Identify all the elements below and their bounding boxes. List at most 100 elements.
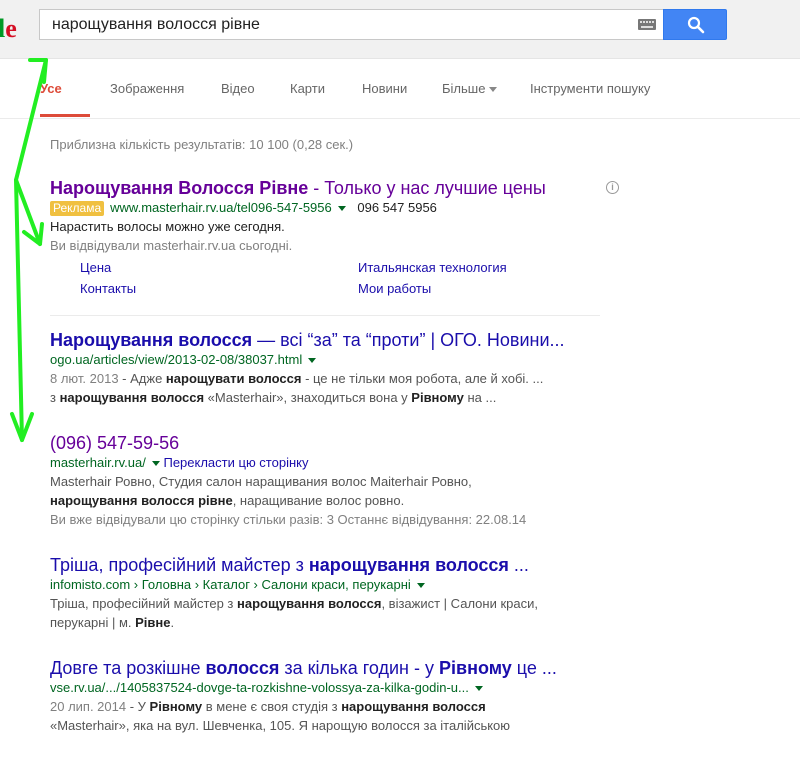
snippet-text: - Адже — [118, 371, 166, 386]
tab-search-tools[interactable]: Інструменти пошуку — [530, 81, 650, 96]
result-title-text: Тріша, професійний майстер з — [50, 555, 309, 575]
tab-all[interactable]: Усе — [40, 81, 62, 96]
search-tabs: Усе Зображення Відео Карти Новини Більше… — [0, 58, 800, 118]
google-logo-fragment[interactable]: le — [0, 14, 17, 44]
ad-url[interactable]: www.masterhair.rv.ua/tel096-547-5956 — [110, 200, 332, 215]
logo-letter-e: e — [5, 14, 17, 43]
ad-phone: 096 547 5956 — [357, 200, 437, 215]
sitelink-contacts[interactable]: Контакты — [80, 281, 136, 296]
ad-title-rest: - Только у нас лучшие цены — [308, 178, 546, 198]
snippet-bold: нарощування волосся — [236, 596, 382, 611]
tab-news[interactable]: Новини — [362, 81, 407, 96]
search-result: Нарощування волосся — всі “за” та “проти… — [50, 329, 610, 407]
result-title-rest: — всі “за” та “проти” | ОГО. Новини... — [252, 330, 565, 350]
result-title[interactable]: Довге та розкішне волосся за кілька годи… — [50, 657, 610, 679]
snippet-text: - У — [126, 699, 150, 714]
arrow-head-middle — [22, 222, 44, 246]
chevron-down-icon[interactable] — [474, 686, 483, 692]
tab-video[interactable]: Відео — [221, 81, 255, 96]
ad-title-bold: Нарощування Волосся Рівне — [50, 178, 309, 198]
snippet-bold: Рівному — [149, 699, 203, 714]
result-url-row: ogo.ua/articles/view/2013-02-08/38037.ht… — [50, 351, 610, 369]
result-snippet-line: з нарощування волосся «Masterhair», знах… — [50, 388, 610, 407]
snippet-text: , наращивание волос ровно. — [232, 493, 405, 508]
search-box — [39, 9, 663, 40]
snippet-bold: нарощування волосся — [59, 390, 205, 405]
translate-page-link[interactable]: Перекласти цю сторінку — [163, 455, 308, 470]
ad-visit-note: Ви відвідували masterhair.rv.ua сьогодні… — [50, 238, 293, 253]
ad-url-row: Реклама www.masterhair.rv.ua/tel096-547-5… — [50, 199, 610, 217]
tab-images[interactable]: Зображення — [110, 81, 184, 96]
result-snippet-line: перукарні | м. Рівне. — [50, 613, 610, 632]
chevron-down-icon[interactable] — [151, 461, 160, 467]
result-snippet-line: 8 лют. 2013 - Адже нарощувати волосся - … — [50, 369, 610, 388]
chevron-down-icon[interactable] — [337, 206, 346, 212]
result-title[interactable]: (096) 547-59-56 — [50, 432, 610, 454]
result-title[interactable]: Нарощування волосся — всі “за” та “проти… — [50, 329, 610, 351]
snippet-text: . — [170, 615, 175, 630]
search-input[interactable] — [52, 10, 622, 39]
sitelink-my-works[interactable]: Мои работы — [358, 281, 431, 296]
snippet-text: - це не тільки моя робота, але й хобі. .… — [301, 371, 544, 386]
result-url-row: masterhair.rv.ua/ Перекласти цю сторінку — [50, 454, 610, 472]
snippet-text: перукарні | м. — [50, 615, 136, 630]
sitelink-price[interactable]: Цена — [80, 260, 111, 275]
search-result: (096) 547-59-56 masterhair.rv.ua/ Перекл… — [50, 432, 610, 529]
snippet-bold: нарощування волосся — [341, 699, 486, 714]
chevron-down-icon[interactable] — [416, 583, 425, 589]
result-title-text: це ... — [511, 658, 557, 678]
result-title-text: ... — [508, 555, 529, 575]
ads-separator — [50, 315, 600, 316]
result-title-text: за кілька годин - у — [279, 658, 439, 678]
result-title-bold: Рівному — [439, 658, 512, 678]
ad-description: Нарастить волосы можно уже сегодня. — [50, 219, 285, 234]
result-title-bold: волосся — [205, 658, 280, 678]
result-url: infomisto.com › Головна › Каталог › Сало… — [50, 577, 411, 592]
result-url-row: infomisto.com › Головна › Каталог › Сало… — [50, 576, 610, 594]
result-snippet-line: «Masterhair», яка на вул. Шевченка, 105.… — [50, 718, 511, 733]
tab-more-label: Більше — [442, 81, 486, 96]
result-visit-note: Ви вже відвідували цю сторінку стільки р… — [50, 512, 527, 527]
tab-maps[interactable]: Карти — [290, 81, 325, 96]
search-result: Тріша, професійний майстер з нарощування… — [50, 554, 610, 632]
snippet-bold: нарощувати волосся — [165, 371, 302, 386]
snippet-bold: Рівне — [135, 615, 171, 630]
result-title-bold: Нарощування волосся — [50, 330, 253, 350]
search-result: Довге та розкішне волосся за кілька годи… — [50, 657, 610, 735]
chevron-down-icon[interactable] — [308, 358, 317, 364]
result-url-row: vse.rv.ua/.../1405837524-dovge-ta-rozkis… — [50, 679, 610, 697]
result-url: vse.rv.ua/.../1405837524-dovge-ta-rozkis… — [50, 680, 469, 695]
search-header: le — [0, 0, 800, 59]
result-date: 8 лют. 2013 — [50, 371, 119, 386]
result-stats: Приблизна кількість результатів: 10 100 … — [50, 137, 354, 152]
snippet-bold: нарощування волосся рівне — [50, 493, 233, 508]
snippet-text: «Masterhair», знаходиться вона у — [204, 390, 412, 405]
snippet-bold: Рівному — [411, 390, 464, 405]
snippet-text: Тріша, професійний майстер з — [50, 596, 237, 611]
result-snippet-line: нарощування волосся рівне, наращивание в… — [50, 491, 610, 510]
active-tab-underline — [40, 114, 90, 117]
arrow-head-bottom — [10, 412, 34, 442]
ad-badge: Реклама — [50, 201, 105, 216]
snippet-text: з — [50, 390, 60, 405]
result-url: ogo.ua/articles/view/2013-02-08/38037.ht… — [50, 352, 303, 367]
ad-result: Нарощування Волосся Рівне - Только у нас… — [50, 177, 610, 255]
sitelink-italian-tech[interactable]: Итальянская технология — [358, 260, 507, 275]
result-title[interactable]: Тріша, професійний майстер з нарощування… — [50, 554, 610, 576]
arrow-line-lower — [14, 178, 24, 442]
ad-title[interactable]: Нарощування Волосся Рівне - Только у нас… — [50, 177, 610, 199]
result-title-bold: нарощування волосся — [308, 555, 509, 575]
result-url: masterhair.rv.ua/ — [50, 455, 146, 470]
result-title-text: Довге та розкішне — [50, 658, 206, 678]
snippet-text: в мене є своя студія з — [202, 699, 342, 714]
keyboard-icon[interactable] — [638, 19, 656, 30]
snippet-text: на ... — [463, 390, 497, 405]
info-icon[interactable]: i — [606, 181, 619, 194]
chevron-down-icon — [489, 87, 498, 93]
result-snippet-line: 20 лип. 2014 - У Рівному в мене є своя с… — [50, 697, 610, 716]
result-snippet-line: Masterhair Ровно, Студия салон наращиван… — [50, 474, 472, 489]
result-snippet-line: Тріша, професійний майстер з нарощування… — [50, 594, 610, 613]
tab-more[interactable]: Більше — [442, 81, 498, 96]
search-icon — [687, 16, 705, 34]
search-button[interactable] — [663, 9, 727, 40]
